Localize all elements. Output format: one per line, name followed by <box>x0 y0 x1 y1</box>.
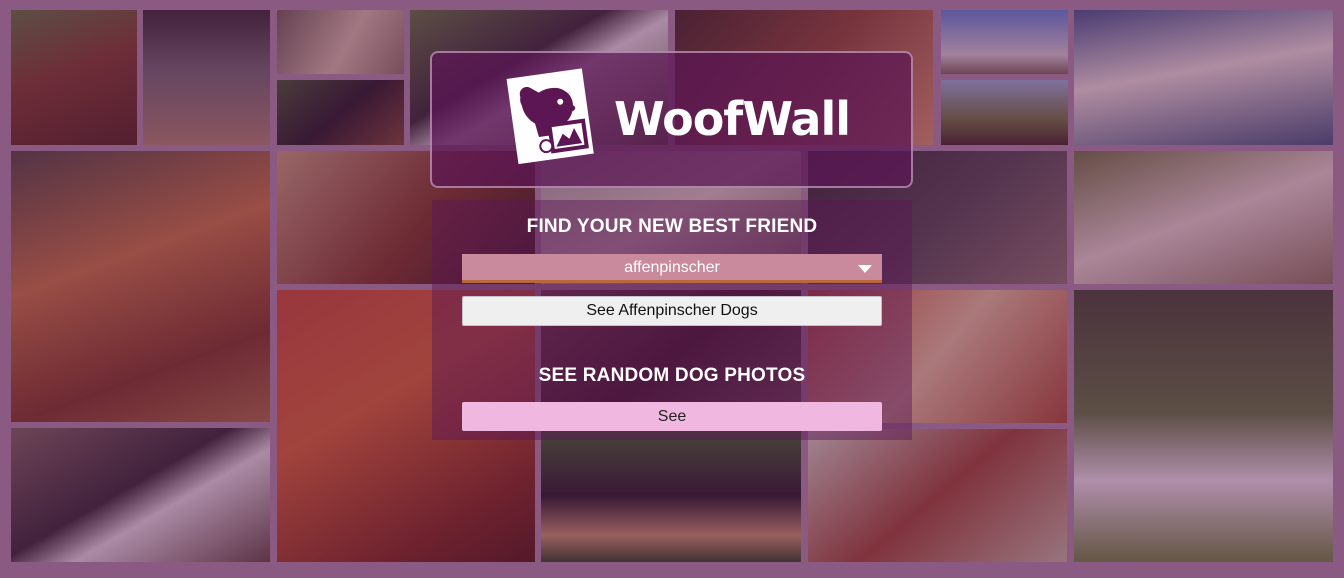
dog-photo-tile <box>277 80 404 145</box>
see-breed-dogs-button[interactable]: See Affenpinscher Dogs <box>462 296 882 326</box>
chevron-down-icon[interactable] <box>858 265 872 273</box>
dog-photo-tile <box>277 10 404 74</box>
dog-photo-tile <box>941 80 1068 145</box>
breed-select-value: affenpinscher <box>624 259 720 276</box>
dog-photo-tile <box>941 10 1068 74</box>
breed-select[interactable]: affenpinscher <box>462 254 882 283</box>
dog-photo-tile <box>11 428 270 562</box>
brand-header: WoofWall <box>430 51 913 188</box>
dog-photo-tile <box>11 10 137 145</box>
see-random-button[interactable]: See <box>462 402 882 431</box>
dog-photo-tile <box>1074 290 1333 562</box>
dog-photo-tile <box>541 429 801 562</box>
dog-photo-logo-icon <box>506 68 594 165</box>
random-photos-heading: SEE RANDOM DOG PHOTOS <box>538 365 806 386</box>
dog-photo-tile <box>143 10 270 145</box>
brand-name: WoofWall <box>614 92 851 146</box>
dog-photo-tile <box>1074 10 1333 145</box>
photo-wall-page: WoofWall FIND YOUR NEW BEST FRIEND affen… <box>0 0 1344 578</box>
find-friend-heading: FIND YOUR NEW BEST FRIEND <box>526 216 818 237</box>
dog-photo-tile <box>808 429 1067 562</box>
